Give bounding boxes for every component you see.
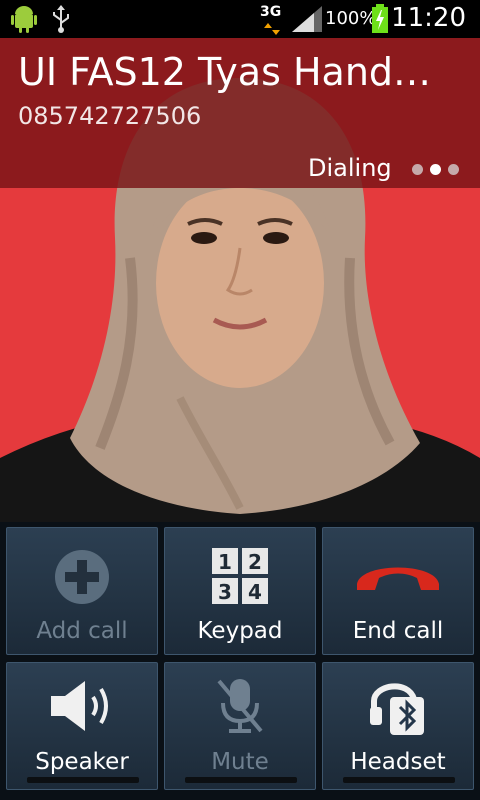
indicator-dot [412,164,423,175]
android-debug-icon [10,4,38,38]
speaker-label: Speaker [35,749,129,775]
caller-number: 085742727506 [18,102,202,130]
speaker-icon [49,679,115,737]
keypad-digit: 2 [248,550,262,574]
dialing-indicator [412,160,466,179]
indicator-dot-active [430,164,441,175]
headset-button[interactable]: Headset [322,662,474,790]
data-arrows-icon [264,20,280,39]
battery-charging-icon [371,4,389,38]
mute-button[interactable]: Mute [164,662,316,790]
speaker-indicator-bar [27,777,139,783]
keypad-digit: 3 [218,580,232,604]
speaker-button[interactable]: Speaker [6,662,158,790]
network-type-label: 3G [260,4,282,20]
usb-icon [50,4,72,38]
headset-indicator-bar [343,777,455,783]
call-status: Dialing [308,154,392,182]
add-call-label: Add call [36,618,128,644]
signal-icon [292,6,322,36]
keypad-digit: 4 [248,580,262,604]
indicator-dot [448,164,459,175]
keypad-digit: 1 [218,550,232,574]
call-controls-panel: Add call 1 2 3 4 Keypad End call Speaker… [0,522,480,800]
headset-label: Headset [350,749,446,775]
battery-percent: 100% [325,8,377,29]
bluetooth-headset-icon [368,677,428,741]
end-call-label: End call [352,618,444,644]
end-call-button[interactable]: End call [322,527,474,655]
keypad-label: Keypad [197,618,283,644]
end-call-icon [353,556,443,600]
keypad-icon: 1 2 3 4 [212,548,268,608]
add-call-button[interactable]: Add call [6,527,158,655]
caller-name: UI FAS12 Tyas Hand… [18,50,432,94]
status-bar: 3G 100% 11:20 [0,0,480,38]
mute-label: Mute [211,749,269,775]
mute-indicator-bar [185,777,297,783]
add-call-icon [53,548,111,610]
keypad-button[interactable]: 1 2 3 4 Keypad [164,527,316,655]
caller-info-header: UI FAS12 Tyas Hand… 085742727506 Dialing [0,38,480,188]
clock: 11:20 [391,3,466,33]
mute-icon [215,677,265,739]
